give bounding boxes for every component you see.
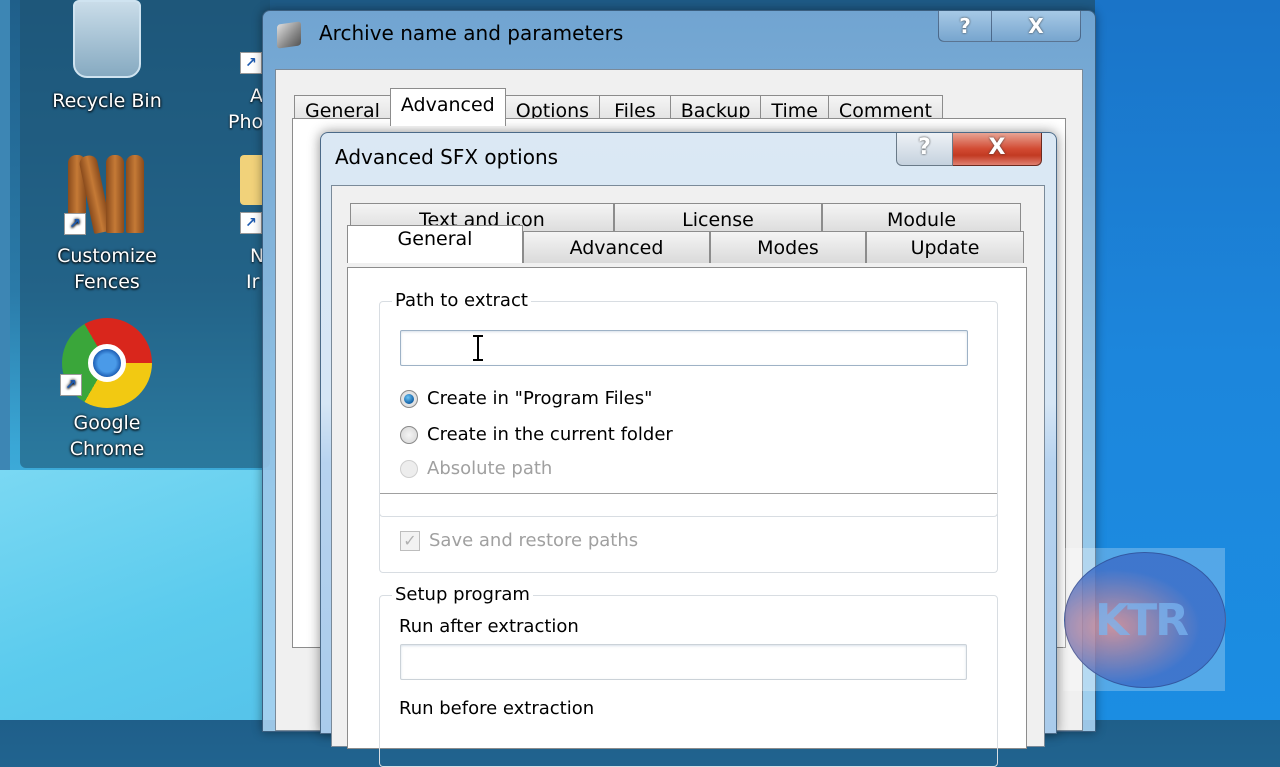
desktop-icon-google-chrome[interactable]: ↗ Google Chrome: [47, 318, 167, 462]
tab-advanced[interactable]: Advanced: [523, 231, 710, 263]
tab-row-front: General Advanced Modes Update: [347, 225, 1024, 263]
general-tab-panel: Path to extract Create in "Program Files…: [347, 267, 1027, 767]
fence-edge: [0, 0, 10, 470]
tab-update[interactable]: Update: [866, 231, 1024, 263]
group-label: Setup program: [392, 584, 533, 605]
close-button[interactable]: X: [953, 133, 1042, 166]
group-label: Path to extract: [392, 290, 531, 311]
recycle-bin-icon: [73, 0, 141, 78]
shortcut-arrow-icon: ↗: [64, 213, 86, 235]
desktop-icon-label: Chrome: [69, 438, 145, 460]
dialog-client-area: Text and icon License Module General Adv…: [331, 185, 1045, 767]
run-after-extraction-input[interactable]: [400, 644, 967, 680]
shortcut-arrow-icon: ↗: [60, 374, 82, 396]
help-button[interactable]: ?: [938, 11, 992, 42]
radio-absolute-path: Absolute path: [400, 458, 552, 479]
radio-create-in-current-folder[interactable]: Create in the current folder: [400, 424, 673, 445]
tab-general[interactable]: General: [347, 225, 523, 263]
desktop-icon-label: Google: [73, 412, 141, 434]
watermark-text: KTR: [1095, 595, 1189, 646]
dialog-title: Advanced SFX options: [335, 145, 559, 169]
checkbox-save-and-restore-paths: ✓ Save and restore paths: [400, 530, 638, 551]
path-to-extract-group: Path to extract Create in "Program Files…: [379, 290, 998, 517]
radio-checked-icon: [400, 389, 418, 408]
checkbox-checked-disabled-icon: ✓: [400, 530, 420, 551]
partial-app-icon: [240, 155, 262, 205]
desktop-icon-partial-label: Ir: [246, 271, 260, 293]
desktop-icon-recycle-bin[interactable]: Recycle Bin: [47, 0, 167, 114]
window-title: Archive name and parameters: [319, 21, 624, 45]
shortcut-arrow-icon: ↗: [240, 52, 262, 74]
fences-icon: ↗: [62, 153, 152, 235]
save-paths-area: ✓ Save and restore paths: [379, 514, 998, 573]
radio-label: Absolute path: [427, 458, 553, 479]
run-after-extraction-label: Run after extraction: [399, 616, 579, 637]
path-input[interactable]: [400, 330, 968, 366]
tab-modes[interactable]: Modes: [710, 231, 866, 263]
close-button[interactable]: X: [992, 11, 1081, 42]
tab-advanced[interactable]: Advanced: [389, 88, 506, 126]
desktop-icon-label: Customize: [57, 245, 157, 267]
radio-label: Create in "Program Files": [427, 388, 653, 409]
radio-create-in-program-files[interactable]: Create in "Program Files": [400, 388, 652, 409]
desktop-background-lower: [0, 470, 280, 720]
radio-unchecked-icon: [400, 425, 418, 444]
separator: [380, 493, 997, 494]
radio-label: Create in the current folder: [427, 424, 673, 445]
desktop-icon-label: Recycle Bin: [52, 90, 162, 112]
winrar-app-icon: [277, 21, 301, 49]
run-before-extraction-label: Run before extraction: [399, 698, 595, 719]
help-button[interactable]: ?: [896, 133, 953, 166]
radio-disabled-icon: [400, 459, 418, 478]
shortcut-arrow-icon: ↗: [240, 212, 262, 234]
text-cursor-icon: [473, 335, 483, 361]
desktop-icon-partial-label: Pho: [228, 111, 264, 133]
desktop-icon-label: Fences: [74, 271, 140, 293]
chrome-icon: ↗: [60, 318, 152, 408]
setup-program-group: Setup program Run after extraction Run b…: [379, 584, 998, 767]
checkbox-label: Save and restore paths: [429, 530, 639, 551]
desktop-icon-customize-fences[interactable]: ↗ Customize Fences: [47, 153, 167, 295]
advanced-sfx-options-dialog: Advanced SFX options ? X Text and icon L…: [320, 132, 1057, 767]
